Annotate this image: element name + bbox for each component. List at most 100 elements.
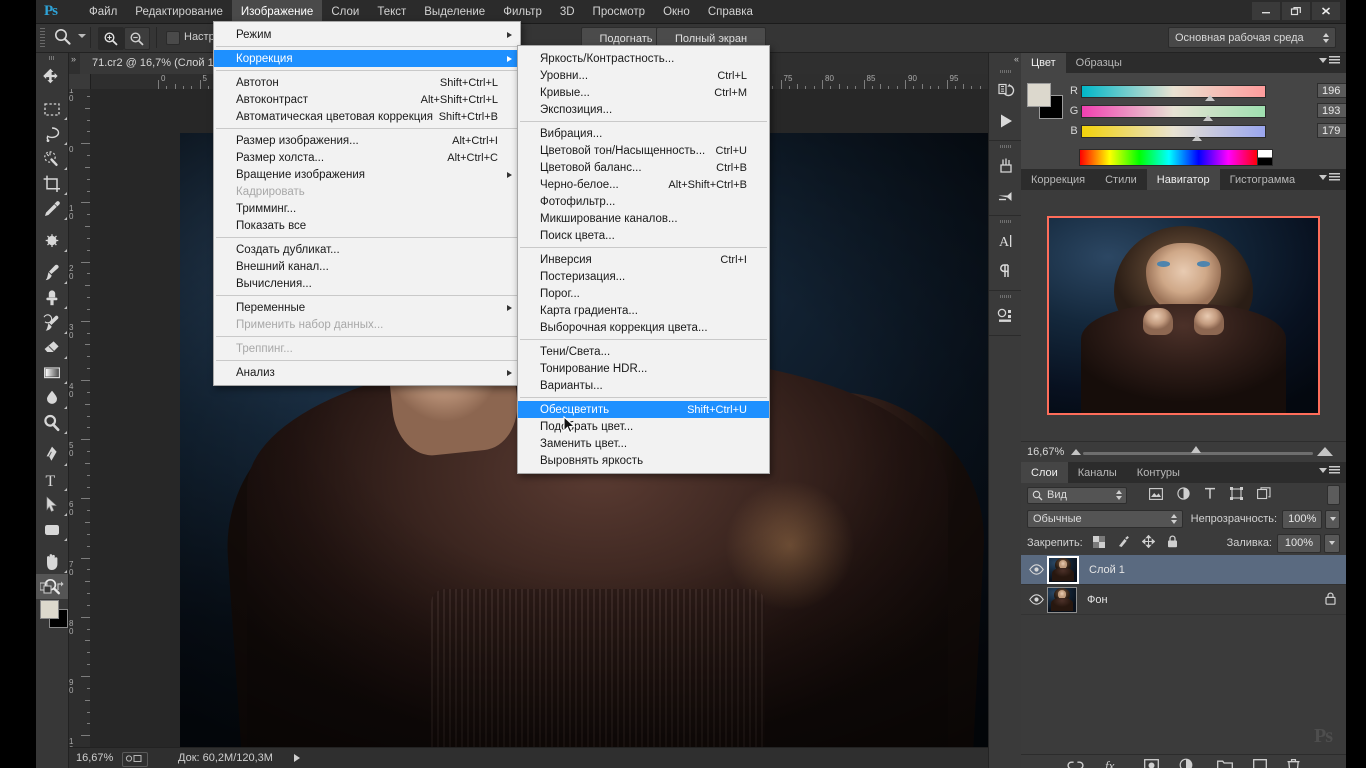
color-channel-thumb-G[interactable] (1203, 114, 1214, 121)
image-menu-item-9[interactable]: Размер холста... Alt+Ctrl+C (214, 149, 520, 166)
navigator-zoom-in-icon[interactable] (1317, 447, 1333, 456)
navigator-thumbnail[interactable] (1047, 216, 1320, 415)
lock-all-icon[interactable] (1167, 535, 1178, 551)
lock-position-icon[interactable] (1141, 534, 1156, 551)
adjustments-menu-item-1[interactable]: Уровни... Ctrl+L (518, 67, 769, 84)
adjustments-menu-item-16[interactable]: Карта градиента... (518, 302, 769, 319)
adjustments-menu-item-5[interactable]: Вибрация... (518, 125, 769, 142)
workspace-selector[interactable]: Основная рабочая среда (1168, 27, 1336, 48)
navigator-panel-tab-1[interactable]: Стили (1095, 169, 1147, 190)
image-menu-item-10[interactable]: Вращение изображения (214, 166, 520, 183)
rail-gripper-4[interactable] (999, 295, 1012, 298)
menu-bar-item-10[interactable]: Справка (699, 0, 762, 23)
adjustments-menu-item-0[interactable]: Яркость/Контрастность... (518, 50, 769, 67)
navigator-thumbnail-area[interactable] (1047, 216, 1320, 415)
color-spectrum-bw[interactable] (1257, 149, 1273, 166)
new-adjustment-layer-icon[interactable] (1179, 758, 1197, 768)
filter-type-icon[interactable] (1204, 487, 1216, 503)
adjustments-menu-item-6[interactable]: Цветовой тон/Насыщенность... Ctrl+U (518, 142, 769, 159)
lock-transparent-pixels-icon[interactable] (1092, 535, 1105, 551)
layer-row[interactable]: Слой 1 (1021, 555, 1346, 585)
menu-bar-item-8[interactable]: Просмотр (584, 0, 655, 23)
adjustments-menu-item-21[interactable]: Варианты... (518, 377, 769, 394)
adjustments-submenu-dropdown[interactable]: Яркость/Контрастность... Уровни... Ctrl+L К… (517, 45, 770, 474)
color-channel-slider-R[interactable] (1081, 84, 1266, 101)
image-menu-item-4[interactable]: Автотон Shift+Ctrl+L (214, 74, 520, 91)
layer-thumbnail[interactable] (1047, 586, 1077, 613)
adjustments-menu-item-11[interactable]: Поиск цвета... (518, 227, 769, 244)
dodge-tool[interactable] (36, 410, 68, 435)
menu-bar-item-9[interactable]: Окно (654, 0, 699, 23)
image-menu-dropdown[interactable]: Режим Коррекция Автотон Shift+Ctrl+L Автокон… (213, 21, 521, 386)
menu-bar-item-6[interactable]: Фильтр (494, 0, 551, 23)
minimize-button[interactable] (1252, 2, 1280, 20)
color-panel-menu-button[interactable] (1319, 56, 1340, 64)
layer-name[interactable]: Слой 1 (1089, 564, 1125, 576)
link-layers-icon[interactable] (1067, 759, 1084, 768)
lasso-tool[interactable] (36, 121, 68, 146)
color-spectrum-ramp[interactable] (1079, 149, 1259, 166)
adjustments-menu-item-26[interactable]: Выровнять яркость (518, 452, 769, 469)
image-menu-item-8[interactable]: Размер изображения... Alt+Ctrl+I (214, 132, 520, 149)
new-layer-icon[interactable] (1253, 758, 1267, 768)
navigator-zoom-out-icon[interactable] (1071, 449, 1081, 455)
hand-tool[interactable] (36, 549, 68, 574)
character-icon[interactable]: A (989, 226, 1022, 256)
adjustments-menu-item-14[interactable]: Постеризация... (518, 268, 769, 285)
tool-preset-chevron-down-icon[interactable] (78, 34, 86, 38)
adjustments-menu-item-3[interactable]: Экспозиция... (518, 101, 769, 118)
image-menu-item-15[interactable]: Создать дубликат... (214, 241, 520, 258)
image-menu-item-24[interactable]: Анализ (214, 364, 520, 381)
image-menu-item-0[interactable]: Режим (214, 26, 520, 43)
adjustments-menu-item-17[interactable]: Выборочная коррекция цвета... (518, 319, 769, 336)
filter-smart-object-icon[interactable] (1257, 487, 1271, 503)
status-zoom-value[interactable]: 16,67% (76, 752, 113, 764)
layer-filter-select[interactable]: Вид (1027, 486, 1127, 504)
color-panel-tab-1[interactable]: Образцы (1065, 52, 1132, 73)
color-panel-tab-0[interactable]: Цвет (1021, 52, 1066, 73)
navigator-zoom-value[interactable]: 16,67% (1027, 446, 1064, 458)
status-expand-arrow-icon[interactable] (294, 754, 300, 762)
menu-bar-item-4[interactable]: Текст (368, 0, 415, 23)
brush-presets-icon[interactable] (989, 151, 1022, 181)
blend-mode-select[interactable]: Обычные (1027, 510, 1183, 528)
image-menu-item-6[interactable]: Автоматическая цветовая коррекция Shift+C… (214, 108, 520, 125)
layers-panel-menu-button[interactable] (1319, 466, 1340, 474)
image-menu-item-5[interactable]: Автоконтраст Alt+Shift+Ctrl+L (214, 91, 520, 108)
toolbox-gripper[interactable] (49, 56, 55, 60)
layer-filter-toggle[interactable] (1327, 485, 1340, 505)
layers-panel-tab-1[interactable]: Каналы (1067, 462, 1127, 483)
menu-bar-item-7[interactable]: 3D (551, 0, 584, 23)
zoom-in-button[interactable] (98, 27, 124, 50)
ruler-corner[interactable] (68, 74, 90, 89)
add-layer-mask-icon[interactable] (1144, 758, 1159, 768)
path-selection-tool[interactable] (36, 492, 68, 517)
filter-shape-icon[interactable] (1230, 487, 1243, 503)
resize-windows-checkbox[interactable] (166, 31, 180, 45)
options-bar-gripper[interactable] (40, 28, 45, 47)
menu-bar-item-0[interactable]: Файл (80, 0, 126, 23)
layer-visibility-eye-icon[interactable] (1025, 594, 1047, 605)
layer-style-fx-icon[interactable]: fx (1104, 758, 1124, 768)
restore-button[interactable] (1282, 2, 1310, 20)
layer-row[interactable]: Фон (1021, 585, 1346, 615)
filter-pixel-icon[interactable] (1149, 487, 1163, 503)
adjustments-menu-item-9[interactable]: Фотофильтр... (518, 193, 769, 210)
navigator-panel-tab-3[interactable]: Гистограмма (1219, 169, 1306, 190)
navigator-panel-tab-2[interactable]: Навигатор (1146, 169, 1220, 190)
brush-tool[interactable] (36, 260, 68, 285)
rail-gripper-2[interactable] (999, 145, 1012, 148)
adjustments-menu-item-15[interactable]: Порог... (518, 285, 769, 302)
foreground-background-color[interactable] (40, 600, 68, 628)
layer-visibility-eye-icon[interactable] (1025, 564, 1047, 575)
color-panel-swatches[interactable] (1027, 83, 1063, 119)
color-channel-thumb-B[interactable] (1192, 134, 1203, 141)
paragraph-icon[interactable] (989, 256, 1022, 286)
adjustments-menu-item-10[interactable]: Микширование каналов... (518, 210, 769, 227)
adjustments-menu-item-20[interactable]: Тонирование HDR... (518, 360, 769, 377)
status-preview-toggle[interactable] (122, 752, 148, 767)
adjustments-menu-item-24[interactable]: Подобрать цвет... (518, 418, 769, 435)
gradient-tool[interactable] (36, 360, 68, 385)
adjustments-menu-item-2[interactable]: Кривые... Ctrl+M (518, 84, 769, 101)
filter-adjustment-icon[interactable] (1177, 487, 1190, 503)
